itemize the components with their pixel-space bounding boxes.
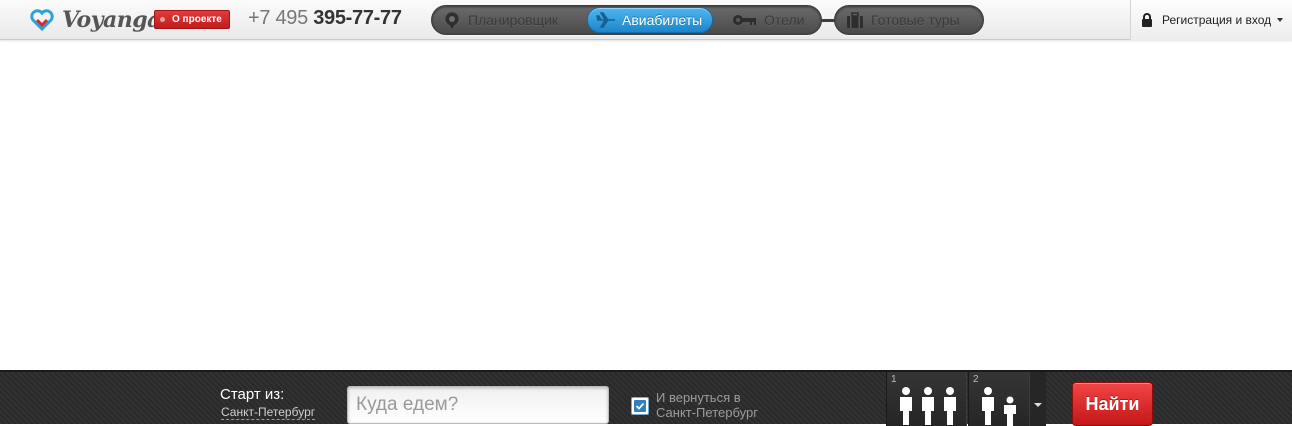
nav-connector (821, 19, 835, 22)
return-label-line2: Санкт-Петербург (656, 405, 758, 420)
adult-icon (900, 387, 912, 425)
start-city-link[interactable]: Санкт-Петербург (221, 405, 316, 420)
nav-item-flights[interactable]: Авиабилеты (587, 7, 714, 33)
start-from-label: Старт из: (220, 386, 285, 403)
return-label-line1: И вернуться в (656, 390, 741, 405)
checkmark-icon (634, 400, 646, 412)
passenger-group-2[interactable]: 2 (968, 372, 1030, 426)
nav-label-tours: Готовые туры (871, 12, 960, 28)
phone-main: 395-77-77 (313, 7, 402, 29)
find-button[interactable]: Найти (1072, 382, 1153, 426)
lock-icon (1142, 13, 1152, 27)
key-icon (733, 15, 756, 25)
search-bar: Старт из: Санкт-Петербург И вернуться в … (0, 370, 1292, 426)
airplane-icon (596, 12, 615, 28)
logo[interactable]: Voyanga (30, 5, 161, 35)
passenger-group-1[interactable]: 1 (886, 372, 967, 426)
adult-icon (982, 387, 994, 425)
return-checkbox[interactable] (631, 397, 649, 415)
return-label[interactable]: И вернуться в Санкт-Петербург (656, 390, 758, 420)
tours-nav: Готовые туры (834, 5, 984, 35)
adult-icon (944, 387, 956, 425)
nav-item-planner[interactable]: Планировщик (442, 6, 558, 34)
login-register-button[interactable]: Регистрация и вход (1130, 0, 1292, 40)
nav-label-flights: Авиабилеты (622, 12, 703, 28)
phone-prefix: +7 495 (248, 7, 308, 29)
passenger-group-number: 2 (973, 374, 979, 385)
destination-input[interactable] (347, 386, 609, 424)
chevron-down-icon (1277, 18, 1284, 22)
suitcase-icon (847, 12, 863, 28)
about-project-button[interactable]: О проекте (154, 10, 230, 29)
passenger-group-number: 1 (891, 374, 897, 385)
adult-icon (922, 387, 934, 425)
chevron-down-icon (1034, 403, 1042, 407)
phone-number: +7 495 395-77-77 (248, 7, 402, 30)
nav-item-hotels[interactable]: Отели (732, 6, 804, 34)
map-pin-icon (444, 11, 460, 29)
auth-label: Регистрация и вход (1162, 13, 1272, 27)
tag-hole-icon (160, 17, 165, 22)
logo-text: Voyanga (62, 7, 161, 33)
about-project-label: О проекте (172, 14, 222, 25)
nav-label-hotels: Отели (764, 12, 805, 28)
heart-logo-icon (30, 9, 54, 31)
passengers-dropdown[interactable] (1030, 372, 1046, 426)
top-header: Voyanga О проекте +7 495 395-77-77 Плани… (0, 0, 1292, 40)
main-nav: Планировщик Авиабилеты Отели (431, 5, 822, 35)
nav-label-planner: Планировщик (468, 12, 559, 28)
nav-item-tours[interactable]: Готовые туры (845, 6, 960, 34)
child-icon (1004, 396, 1016, 426)
